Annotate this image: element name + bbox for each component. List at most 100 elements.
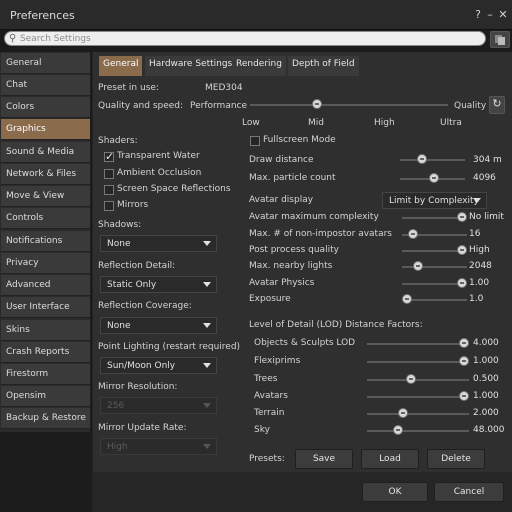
lod-slider[interactable] [367, 361, 469, 363]
sidebar-item-chat[interactable]: Chat [1, 75, 90, 96]
quality-label: Quality and speed: [98, 101, 184, 111]
reflection-detail-label: Reflection Detail: [98, 261, 176, 271]
reset-filter-button[interactable] [490, 31, 510, 48]
fullscreen-checkbox[interactable] [250, 136, 260, 146]
lod-slider-label: Sky [254, 425, 270, 435]
help-icon[interactable]: ? [472, 8, 484, 21]
chevron-down-icon [203, 403, 211, 408]
ok-button[interactable]: OK [362, 482, 428, 502]
lod-slider-knob[interactable] [459, 356, 469, 366]
tab-depth-of-field[interactable]: Depth of Field [288, 56, 359, 76]
avatar-slider-knob[interactable] [457, 278, 467, 288]
lod-slider-knob[interactable] [459, 391, 469, 401]
delete-preset-button[interactable]: Delete [427, 449, 485, 469]
shadows-dropdown[interactable]: None [100, 235, 217, 252]
lod-slider-label: Trees [254, 374, 278, 384]
sidebar-item-user-interface[interactable]: User Interface [1, 297, 90, 318]
lod-slider[interactable] [367, 379, 469, 381]
avatar-slider-label: Exposure [249, 294, 291, 304]
sidebar-item-graphics[interactable]: Graphics [1, 119, 90, 140]
draw-distance-unit: m [493, 155, 502, 165]
avatar-slider-knob[interactable] [407, 229, 418, 239]
lod-slider-value: 1.000 [473, 391, 499, 401]
draw-distance-slider[interactable] [400, 159, 465, 161]
reflection-detail-dropdown[interactable]: Static Only [100, 276, 217, 293]
sidebar-item-skins[interactable]: Skins [1, 320, 90, 341]
avatar-slider-knob[interactable] [413, 261, 423, 271]
particle-count-knob[interactable] [428, 173, 439, 183]
quality-tick-high: High [374, 118, 395, 128]
shaders-title: Shaders: [98, 136, 138, 146]
chevron-down-icon [203, 363, 211, 368]
avatar-slider-value: High [469, 245, 490, 255]
lod-slider-label: Flexiprims [254, 356, 301, 366]
ssr-checkbox[interactable] [104, 185, 114, 195]
sidebar-item-firestorm[interactable]: Firestorm [1, 364, 90, 385]
lod-slider[interactable] [367, 413, 469, 415]
mirror-update-rate-label: Mirror Update Rate: [98, 423, 187, 433]
tab-hardware-settings[interactable]: Hardware Settings [145, 56, 237, 76]
quality-slider[interactable] [250, 104, 448, 106]
lod-slider-knob[interactable] [459, 338, 469, 348]
tab-general[interactable]: General [99, 56, 143, 76]
avatar-slider-value: 2048 [469, 261, 492, 271]
lod-slider-value: 1.000 [473, 356, 499, 366]
sidebar-item-network-files[interactable]: Network & Files [1, 164, 90, 185]
sidebar-item-general[interactable]: General [1, 53, 90, 74]
shadows-value: None [107, 239, 131, 249]
particle-count-value: 4096 [473, 173, 496, 183]
quality-slider-knob[interactable] [312, 99, 323, 109]
transparent-water-checkbox[interactable] [104, 150, 114, 163]
search-input[interactable] [20, 33, 460, 45]
mirrors-checkbox[interactable] [104, 201, 114, 211]
reflection-coverage-label: Reflection Coverage: [98, 301, 192, 311]
quality-tick-low: Low [242, 118, 260, 128]
avatar-slider-label: Max. nearby lights [249, 261, 333, 271]
lod-slider[interactable] [367, 343, 469, 345]
avatar-slider-knob[interactable] [457, 245, 467, 255]
avatar-display-dropdown[interactable]: Limit by Complexity [382, 192, 487, 209]
mirror-resolution-value: 256 [107, 401, 125, 411]
point-lighting-value: Sun/Moon Only [107, 361, 176, 371]
ambient-occlusion-checkbox[interactable] [104, 169, 114, 179]
avatar-slider-knob[interactable] [402, 294, 412, 304]
mirror-update-rate-dropdown: High [100, 438, 217, 455]
lod-slider-knob[interactable] [405, 374, 416, 384]
sidebar-item-advanced[interactable]: Advanced [1, 275, 90, 296]
close-icon[interactable]: ✕ [497, 8, 509, 21]
tab-rendering[interactable]: Rendering [232, 56, 286, 76]
avatar-display-label: Avatar display [249, 195, 314, 205]
sidebar-item-move-view[interactable]: Move & View [1, 186, 90, 207]
copy-icon [495, 35, 505, 45]
draw-distance-knob[interactable] [416, 154, 427, 164]
mirror-resolution-dropdown: 256 [100, 397, 217, 414]
point-lighting-dropdown[interactable]: Sun/Moon Only [100, 357, 217, 374]
avatar-slider-knob[interactable] [457, 212, 467, 222]
fullscreen-label: Fullscreen Mode [263, 135, 336, 145]
chevron-down-icon [203, 323, 211, 328]
sidebar-item-crash-reports[interactable]: Crash Reports [1, 342, 90, 363]
search-bar[interactable]: ⚲ [4, 31, 486, 46]
preset-value: MED304 [205, 83, 243, 93]
sidebar-item-opensim[interactable]: Opensim [1, 386, 90, 407]
avatar-slider[interactable] [402, 266, 467, 268]
save-preset-button[interactable]: Save [295, 449, 353, 469]
avatar-slider-label: Avatar Physics [249, 278, 315, 288]
reflection-coverage-dropdown[interactable]: None [100, 317, 217, 334]
sidebar-item-controls[interactable]: Controls [1, 208, 90, 229]
lod-slider-knob[interactable] [392, 425, 403, 435]
title-bar[interactable] [0, 0, 512, 30]
load-preset-button[interactable]: Load [361, 449, 419, 469]
cancel-button[interactable]: Cancel [434, 482, 504, 502]
sidebar-item-privacy[interactable]: Privacy [1, 253, 90, 274]
sidebar-item-notifications[interactable]: Notifications [1, 231, 90, 252]
sidebar-item-colors[interactable]: Colors [1, 97, 90, 118]
minimize-icon[interactable]: – [484, 8, 496, 21]
sidebar-item-backup-restore[interactable]: Backup & Restore [1, 408, 90, 429]
lod-slider-value: 4.000 [473, 338, 499, 348]
lod-slider-label: Avatars [254, 391, 288, 401]
refresh-icon[interactable]: ↻ [489, 96, 505, 114]
lod-slider[interactable] [367, 396, 469, 398]
lod-slider[interactable] [367, 430, 469, 432]
sidebar-item-sound-media[interactable]: Sound & Media [1, 142, 90, 163]
